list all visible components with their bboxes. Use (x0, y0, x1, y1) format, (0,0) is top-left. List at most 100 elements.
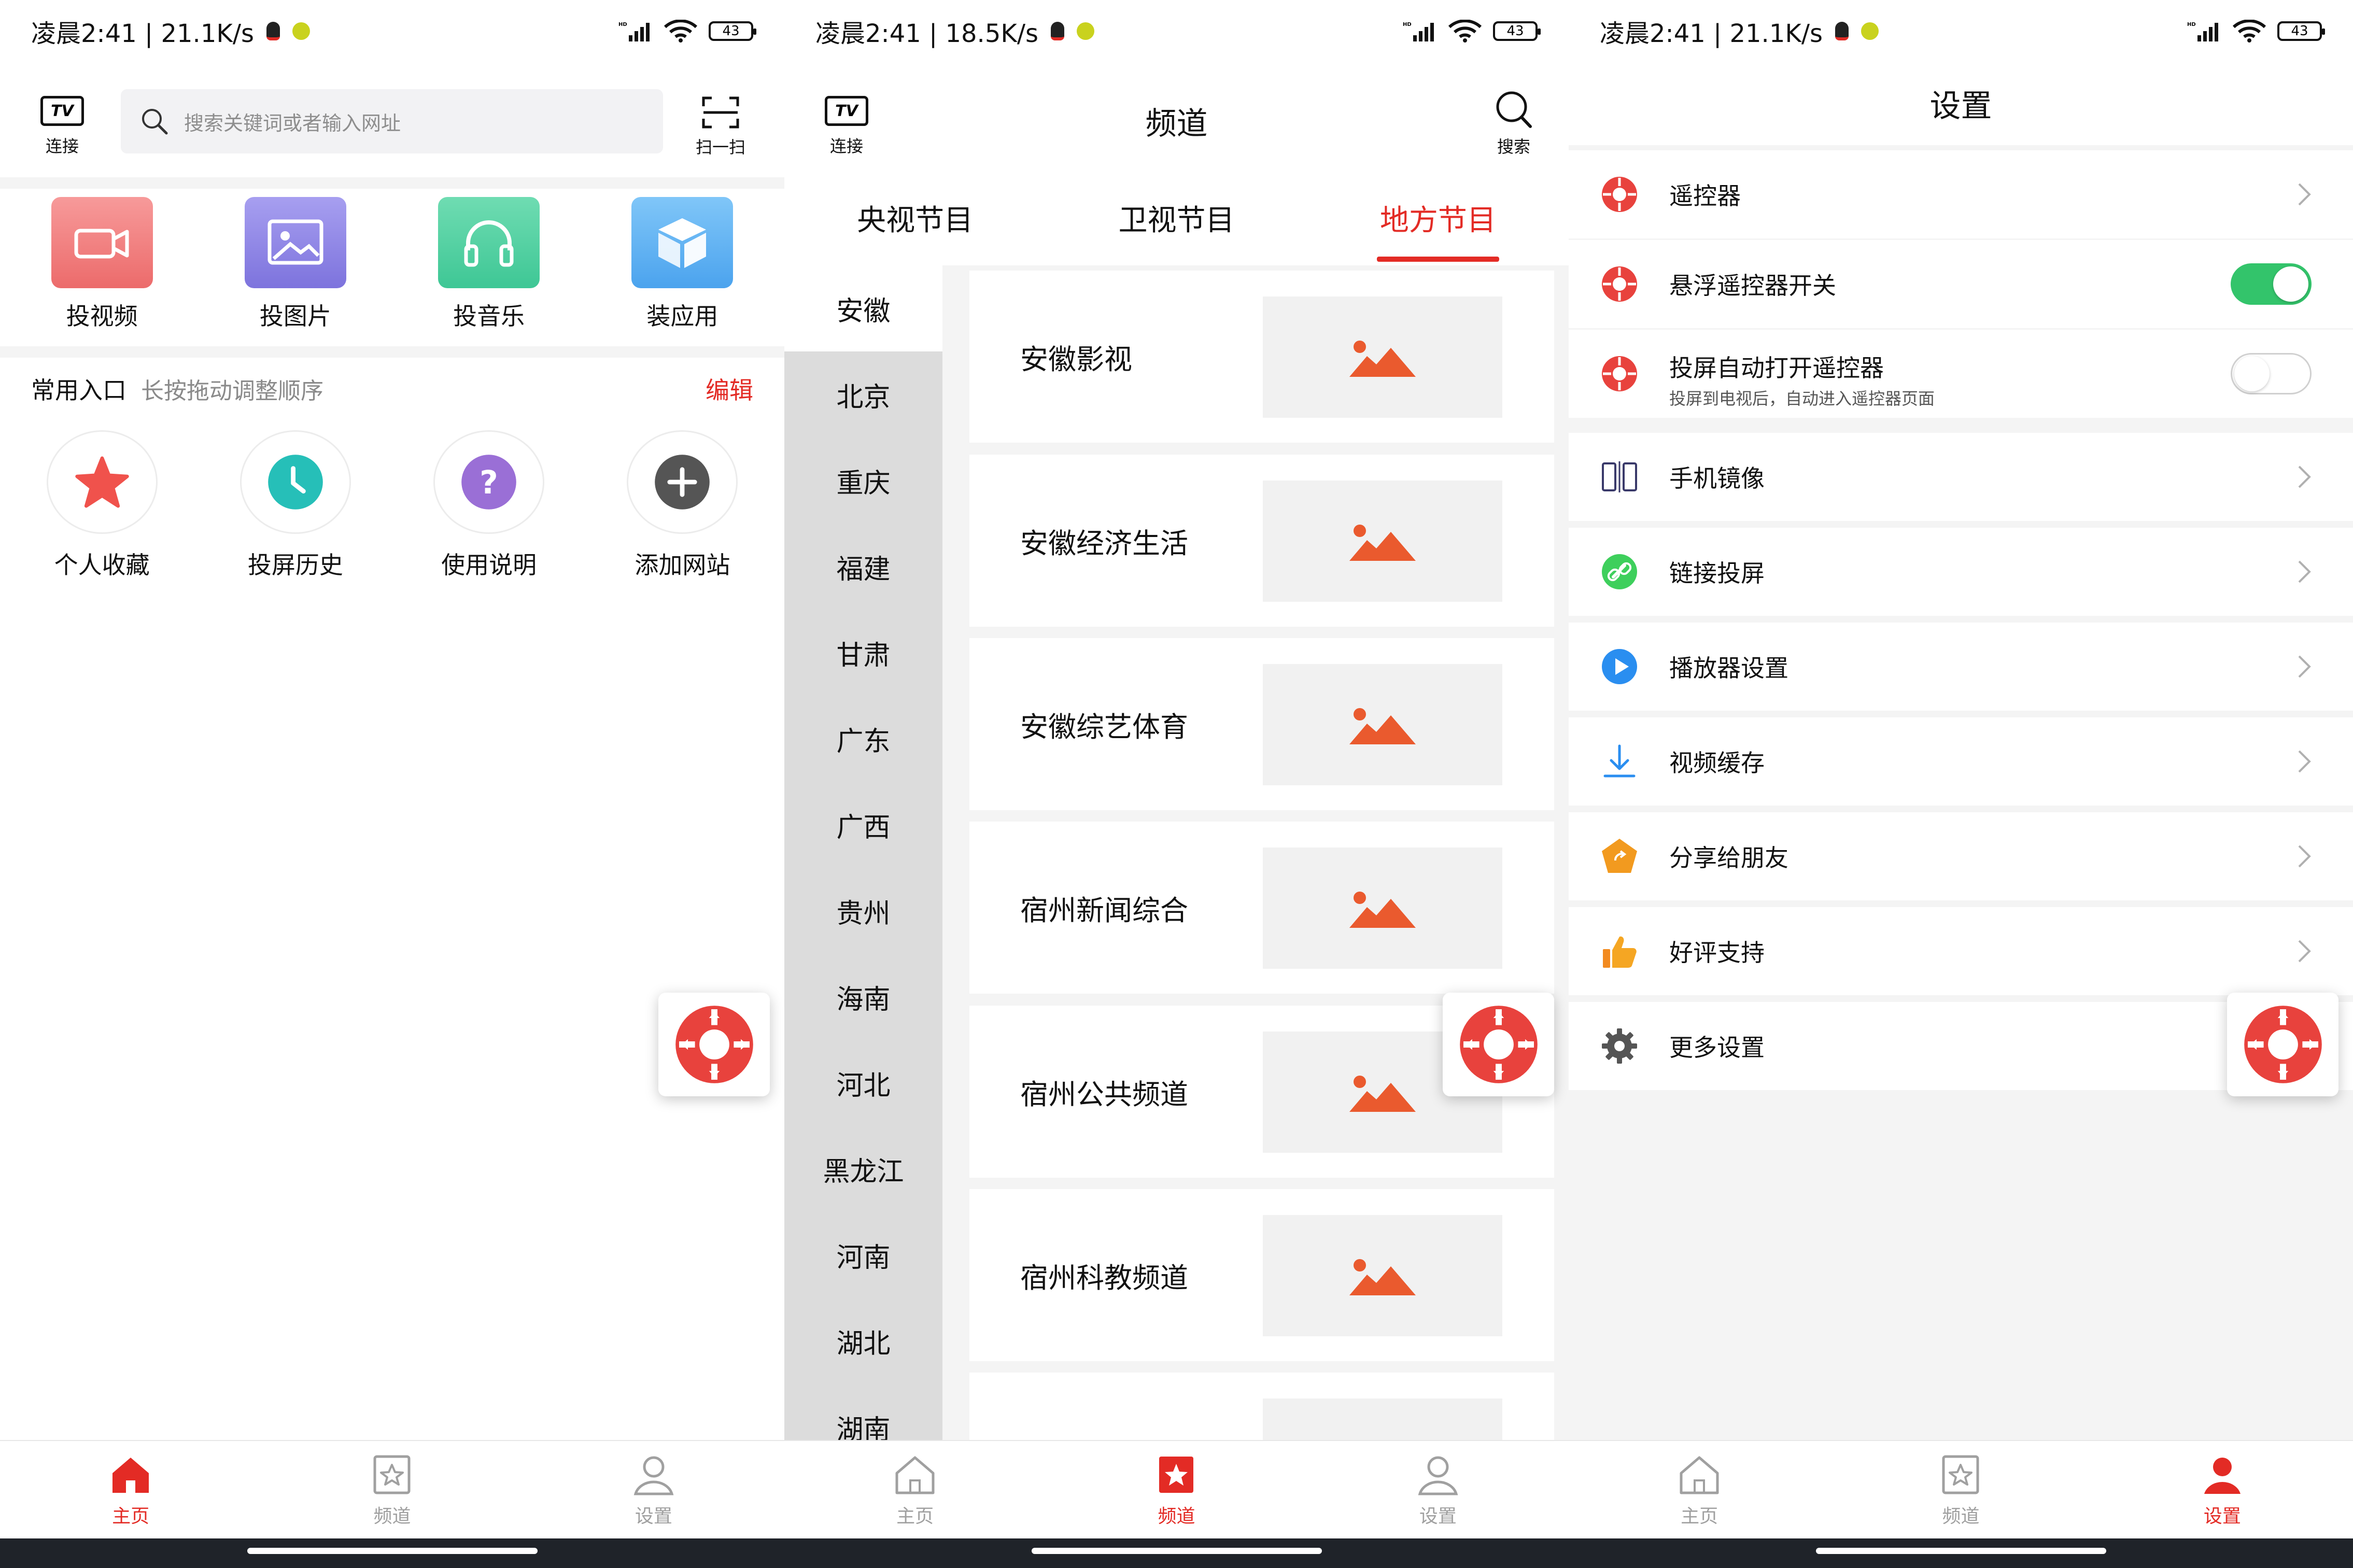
screens-container: 凌晨2:41 | 21.1K/s HD 43 TV 连接 搜索关键词或者输入网址… (0, 0, 2353, 1568)
battery-icon: 43 (1493, 21, 1541, 41)
image-placeholder-icon (1349, 341, 1416, 377)
search-icon (1496, 91, 1532, 128)
setting-phone-mirror[interactable]: 手机镜像 (1569, 433, 2353, 521)
channel-thumbnail (1263, 664, 1502, 785)
channel-card[interactable]: 宿州科教频道 (969, 1189, 1554, 1361)
channel-card[interactable]: 安徽影视 (969, 271, 1554, 443)
cast-video-button[interactable]: 投视频 (35, 197, 170, 342)
province-item[interactable]: 重庆 (784, 437, 942, 524)
province-item[interactable]: 湖北 (784, 1298, 942, 1384)
signal-icon: HD (618, 22, 650, 41)
chevron-right-icon (2298, 560, 2311, 583)
nav-home-label: 主页 (1681, 1506, 1718, 1527)
image-placeholder-icon (1349, 1259, 1416, 1295)
user-icon (1418, 1456, 1458, 1495)
province-item[interactable]: 北京 (784, 351, 942, 437)
floating-remote-button[interactable] (658, 993, 770, 1096)
gesture-handle[interactable] (247, 1548, 538, 1554)
nav-channel[interactable]: 频道 (261, 1441, 523, 1539)
edit-button[interactable]: 编辑 (706, 372, 753, 406)
province-item[interactable]: 河南 (784, 1212, 942, 1298)
nav-home[interactable]: 主页 (0, 1441, 261, 1539)
nav-settings[interactable]: 设置 (1307, 1441, 1569, 1539)
image-placeholder-icon (1349, 1076, 1416, 1112)
nav-channel[interactable]: 频道 (1046, 1441, 1307, 1539)
setting-player[interactable]: 播放器设置 (1569, 623, 2353, 711)
nav-settings[interactable]: 设置 (523, 1441, 784, 1539)
channel-card[interactable]: 宿州新闻综合 (969, 822, 1554, 994)
nav-home[interactable]: 主页 (1569, 1441, 1830, 1539)
tab-cctv[interactable]: 央视节目 (784, 187, 1046, 264)
scan-icon (702, 96, 739, 129)
home-icon (112, 1458, 149, 1493)
scan-button[interactable]: 扫一扫 (687, 96, 754, 158)
image-placeholder-icon (1349, 892, 1416, 928)
setting-floating-remote[interactable]: 悬浮遥控器开关 (1569, 240, 2353, 328)
install-app-label: 装应用 (646, 302, 718, 330)
home-icon (1680, 1456, 1719, 1494)
province-item[interactable]: 安徽 (784, 265, 942, 351)
setting-video-cache[interactable]: 视频缓存 (1569, 717, 2353, 806)
search-button[interactable]: 搜索 (1480, 89, 1547, 158)
province-item[interactable]: 广西 (784, 782, 942, 868)
setting-rate[interactable]: 好评支持 (1569, 907, 2353, 995)
province-item[interactable]: 黑龙江 (784, 1126, 942, 1212)
cast-music-button[interactable]: 投音乐 (421, 197, 556, 342)
status-text: 凌晨2:41 | 18.5K/s (815, 19, 1039, 48)
setting-link-cast[interactable]: 链接投屏 (1569, 528, 2353, 616)
setting-auto-open-remote[interactable]: 投屏自动打开遥控器 投屏到电视后，自动进入遥控器页面 (1569, 330, 2353, 418)
status-bar: 凌晨2:41 | 21.1K/s HD 43 (0, 0, 784, 62)
province-item[interactable]: 福建 (784, 524, 942, 610)
favorites-button[interactable]: 个人收藏 (35, 430, 170, 581)
gesture-handle[interactable] (1031, 1548, 1322, 1554)
setting-share[interactable]: 分享给朋友 (1569, 812, 2353, 900)
common-entries-row: 个人收藏 投屏历史 ? 使用说明 添加网站 (0, 430, 784, 581)
cast-video-label: 投视频 (66, 302, 138, 330)
status-text: 凌晨2:41 | 21.1K/s (1600, 19, 1823, 48)
cast-image-label: 投图片 (259, 302, 331, 330)
nav-settings[interactable]: 设置 (2092, 1441, 2353, 1539)
link-icon (1600, 552, 1639, 591)
box-icon (631, 197, 734, 288)
setting-remote[interactable]: 遥控器 (1569, 150, 2353, 238)
channel-card[interactable]: 安徽综艺体育 (969, 638, 1554, 810)
cast-history-button[interactable]: 投屏历史 (228, 430, 363, 581)
floating-remote-button[interactable] (1443, 993, 1554, 1096)
install-app-button[interactable]: 装应用 (615, 197, 750, 342)
province-item[interactable]: 甘肃 (784, 610, 942, 696)
add-website-button[interactable]: 添加网站 (615, 430, 750, 581)
thumbs-up-icon (1600, 931, 1639, 971)
nav-channel[interactable]: 频道 (1830, 1441, 2091, 1539)
tv-connect-button[interactable]: TV 连接 (36, 96, 88, 157)
floating-remote-toggle[interactable] (2231, 263, 2312, 305)
channels-header: TV 连接 频道 搜索 (784, 78, 1569, 166)
home-header: TV 连接 搜索关键词或者输入网址 扫一扫 (0, 78, 784, 176)
province-item[interactable]: 广东 (784, 696, 942, 782)
user-icon (2204, 1458, 2241, 1494)
cast-image-button[interactable]: 投图片 (228, 197, 363, 342)
channel-thumbnail (1263, 481, 1502, 602)
search-input[interactable]: 搜索关键词或者输入网址 (121, 89, 663, 153)
question-icon: ? (433, 430, 545, 534)
download-icon (1600, 742, 1639, 781)
auto-open-remote-toggle[interactable] (2231, 353, 2312, 394)
nav-home[interactable]: 主页 (784, 1441, 1046, 1539)
gesture-bar (1569, 1538, 2353, 1568)
image-icon (244, 197, 346, 288)
remote-icon (1600, 354, 1639, 393)
channel-card[interactable]: 安徽经济生活 (969, 455, 1554, 627)
tab-local[interactable]: 地方节目 (1307, 187, 1569, 264)
province-item[interactable]: 河北 (784, 1040, 942, 1126)
floating-remote-button[interactable] (2227, 993, 2338, 1096)
cast-row: 投视频 投图片 投音乐 装应用 (0, 197, 784, 342)
page-title: 频道 (1145, 106, 1208, 142)
gesture-handle[interactable] (1815, 1548, 2106, 1554)
toggle-knob (2273, 266, 2308, 302)
province-item[interactable]: 海南 (784, 954, 942, 1040)
province-item[interactable]: 贵州 (784, 868, 942, 954)
tab-satellite[interactable]: 卫视节目 (1046, 187, 1307, 264)
nav-settings-label: 设置 (2203, 1506, 2241, 1527)
channel-thumbnail (1263, 296, 1502, 418)
instructions-button[interactable]: ? 使用说明 (421, 430, 556, 581)
play-icon (1600, 647, 1639, 686)
